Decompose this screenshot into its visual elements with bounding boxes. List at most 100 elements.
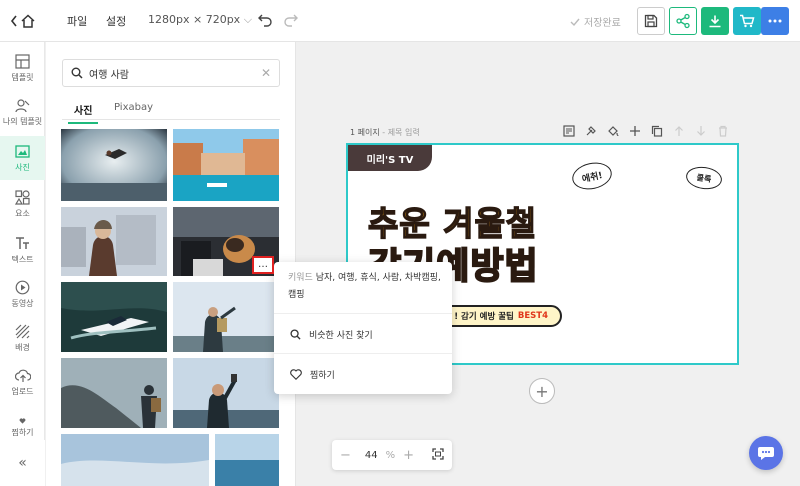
find-similar-label: 비슷한 사진 찾기 [309,331,373,341]
zoom-control: − 44 % + [332,440,452,470]
photo-thumbnail-rock-hiker[interactable] [61,358,167,428]
save-button[interactable] [637,7,665,35]
sidebar-label-my-templates: 나의 템플릿 [2,116,43,126]
settings-menu[interactable]: 설정 [106,13,126,29]
keywords-label: 키워드 [288,273,313,283]
find-similar-photos-item[interactable]: 비슷한 사진 찾기 [290,328,373,341]
zoom-in-button[interactable]: + [403,448,414,463]
save-status-label: 저장완료 [584,18,621,29]
favorite-label: 찜하기 [310,371,335,381]
video-icon [15,280,30,294]
redo-icon[interactable] [283,11,299,27]
page-note-icon[interactable] [562,124,576,138]
delete-page-icon[interactable] [716,124,730,138]
photo-thumbnail-sea[interactable] [215,434,279,486]
sidebar-item-templates[interactable]: 템플릿 [0,46,45,90]
cart-button[interactable] [733,7,761,35]
text-icon [16,236,29,249]
sidebar-label-text: 텍스트 [11,254,34,264]
sidebar-label-templates: 템플릿 [11,72,34,82]
sidebar-item-my-templates[interactable]: 나의 템플릿 [0,90,45,134]
collapse-sidebar-button[interactable]: « [0,440,45,486]
double-chevron-left-icon: « [18,455,27,471]
photo-thumbnail-selfie[interactable] [173,358,279,428]
speech-bubble-sneeze: 에취! [569,159,615,193]
sidebar-label-background: 배경 [15,342,30,352]
cart-icon [740,14,755,28]
photo-thumbnail-sky[interactable] [61,434,209,486]
channel-badge: 미리'S TV [348,145,432,171]
speech-bubble-cough: 콜록 [684,164,724,192]
sidebar-label-elements: 요소 [15,208,30,218]
sidebar-label-favorites: 찜하기 [11,428,34,437]
share-icon [676,13,690,29]
search-icon [290,329,301,340]
sidebar-item-background[interactable]: 배경 [0,316,45,360]
photo-keywords: 키워드 남자, 여행, 휴식, 사람, 차박캠핑, 캠핑 [288,270,443,304]
home-icon [21,14,35,28]
file-menu[interactable]: 파일 [67,13,87,29]
move-down-icon[interactable] [694,124,708,138]
photo-icon [15,144,30,158]
home-button[interactable] [10,10,44,32]
sidebar-item-photos[interactable]: 사진 [0,136,45,180]
more-menu-button[interactable] [761,7,789,35]
photo-thumbnail-venice[interactable] [173,129,279,201]
favorite-photo-item[interactable]: 찜하기 [290,368,335,381]
chevron-left-icon [10,15,17,27]
sidebar-item-favorites[interactable]: 찜하기 [0,404,45,438]
paint-bucket-icon[interactable] [606,124,620,138]
photo-thumbnail-hiker-photo[interactable] [173,282,279,352]
elements-icon [15,189,30,205]
clear-search-icon[interactable]: ✕ [261,66,271,80]
photo-thumbnail-speedboat[interactable] [61,282,167,352]
sidebar-item-upload[interactable]: 업로드 [0,360,45,404]
template-icon [15,53,30,69]
chat-support-button[interactable] [749,436,783,470]
page-title-input[interactable]: - 제목 입력 [382,128,419,137]
sidebar-item-text[interactable]: 텍스트 [0,228,45,272]
left-sidebar: 템플릿 나의 템플릿 사진 요소 텍스트 동영상 배경 업로드 찜하기 « [0,42,45,486]
zoom-out-button[interactable]: − [340,448,351,463]
move-up-icon[interactable] [672,124,686,138]
my-template-icon [15,98,30,112]
copy-page-icon[interactable] [650,124,664,138]
canvas-size-label: 1280px × 720px [148,13,241,26]
design-banner-text: ! 감기 예방 꿀팁 [454,312,514,322]
photo-thumbnail-skydiver[interactable] [61,129,167,201]
tab-pixabay[interactable]: Pixabay [114,102,153,113]
photo-thumbnail-woman-city[interactable] [61,207,167,276]
heart-outline-icon [290,369,302,380]
page-tools [562,124,730,138]
photo-more-options-button[interactable]: … [252,256,274,274]
upload-icon [14,369,31,382]
undo-icon[interactable] [257,11,273,27]
download-icon [709,15,721,28]
check-icon [570,18,580,26]
sidebar-label-video: 동영상 [11,298,34,308]
photo-search-input[interactable] [89,67,249,79]
floppy-disk-icon [644,14,658,28]
more-dots-icon [768,19,782,23]
chat-bubble-icon [758,447,774,460]
sidebar-item-elements[interactable]: 요소 [0,182,45,226]
zoom-unit: % [385,449,396,461]
background-icon [15,324,30,338]
photo-search-box: ✕ [62,59,280,87]
tab-photos[interactable]: 사진 [67,102,99,124]
sidebar-label-photos: 사진 [15,162,30,172]
canvas-size-dropdown[interactable]: 1280px × 720px ⌵ [148,13,252,27]
share-button[interactable] [669,7,697,35]
fit-screen-button[interactable] [432,447,444,463]
sidebar-item-video[interactable]: 동영상 [0,272,45,316]
add-element-icon[interactable] [628,124,642,138]
download-button[interactable] [701,7,729,35]
chevron-down-icon: ⌵ [243,13,253,26]
add-page-button[interactable]: + [529,378,555,404]
menu-divider [274,353,452,354]
plus-icon: + [535,381,549,401]
zoom-value[interactable]: 44 [365,450,378,461]
brush-icon[interactable] [584,124,598,138]
fit-screen-icon [432,447,444,460]
top-toolbar: 파일 설정 1280px × 720px ⌵ 저장완료 [0,0,800,42]
